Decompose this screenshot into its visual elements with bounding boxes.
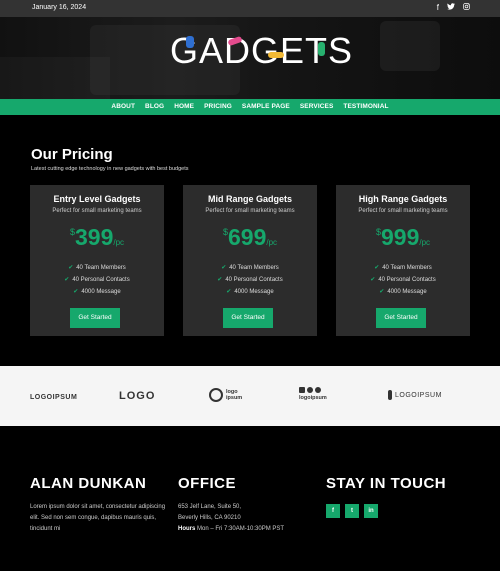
plan-tagline: Perfect for small marketing teams (52, 208, 142, 214)
partner-logo-4-text: logoipsum (299, 395, 327, 401)
check-icon: ✔ (226, 289, 232, 295)
plan-price: $999/pc (336, 224, 470, 251)
nav-item-blog[interactable]: BLOG (140, 99, 169, 115)
facebook-icon[interactable]: f (326, 504, 340, 518)
plan-feature-label: 40 Personal Contacts (378, 277, 436, 283)
pricing-subtitle: Latest cutting edge technology in new ga… (31, 166, 189, 172)
pricing-card-entry: Entry Level Gadgets Perfect for small ma… (30, 185, 164, 336)
partner-logo-5[interactable]: LOGOIPSUM (388, 390, 442, 400)
plan-feature: ✔ 4000 Message (183, 288, 317, 295)
main-nav: ABOUT BLOG HOME PRICING SAMPLE PAGE SERV… (0, 99, 500, 115)
logo-figure-icon (318, 42, 325, 56)
linkedin-icon[interactable]: in (364, 504, 378, 518)
plan-feature: ✔ 40 Team Members (183, 264, 317, 271)
nav-item-testimonial[interactable]: TESTIMONIAL (338, 99, 393, 115)
plan-feature-label: 40 Team Members (382, 265, 432, 271)
plan-feature: ✔ 40 Personal Contacts (30, 276, 164, 283)
pricing-card-high: High Range Gadgets Perfect for small mar… (336, 185, 470, 336)
nav-item-about[interactable]: ABOUT (106, 99, 140, 115)
partner-logo-3[interactable]: logo ipsum (209, 388, 242, 402)
globe-icon (209, 388, 223, 402)
plan-tagline: Perfect for small marketing teams (358, 208, 448, 214)
plan-feature-label: 40 Personal Contacts (225, 277, 283, 283)
price-amount: 999 (380, 224, 420, 250)
footer-heading-office: OFFICE (178, 475, 236, 492)
logo-figure-icon (186, 36, 194, 48)
get-started-button[interactable]: Get Started (70, 308, 120, 328)
twitter-icon[interactable] (447, 3, 455, 13)
partner-logos-strip: LOGOIPSUM LOGO logo ipsum logoipsum LOGO… (0, 366, 500, 426)
plan-feature-label: 4000 Message (234, 289, 274, 295)
price-unit: /pc (419, 238, 431, 247)
price-amount: 399 (74, 224, 114, 250)
footer-office-hours: Hours Mon – Fri 7:30AM-10:30PM PST (178, 524, 284, 535)
plan-feature-label: 40 Team Members (229, 265, 279, 271)
hours-value: Mon – Fri 7:30AM-10:30PM PST (197, 526, 285, 532)
price-unit: /pc (266, 238, 278, 247)
check-icon: ✔ (64, 277, 70, 283)
nav-item-pricing[interactable]: PRICING (199, 99, 237, 115)
plan-feature-label: 40 Team Members (76, 265, 126, 271)
plan-title: High Range Gadgets (358, 194, 448, 204)
pricing-title: Our Pricing (31, 146, 113, 163)
footer-heading-about: ALAN DUNKAN (30, 475, 147, 492)
plan-feature: ✔ 40 Personal Contacts (336, 276, 470, 283)
partner-logo-1[interactable]: LOGOIPSUM (30, 394, 77, 401)
partner-logo-4[interactable]: logoipsum (299, 387, 327, 401)
price-currency: $ (69, 227, 75, 237)
logo-figure-icon (268, 52, 284, 58)
site-logo[interactable]: GADGETS (170, 30, 353, 72)
check-icon: ✔ (221, 265, 227, 271)
price-currency: $ (375, 227, 381, 237)
price-amount: 699 (227, 224, 267, 250)
price-unit: /pc (113, 238, 125, 247)
hero-background-shape (380, 21, 440, 71)
plan-price: $699/pc (183, 224, 317, 251)
get-started-button[interactable]: Get Started (223, 308, 273, 328)
footer-about-text: Lorem ipsum dolor sit amet, consectetur … (30, 504, 166, 532)
partner-logo-3-line2: ipsum (226, 395, 243, 401)
plan-feature: ✔ 4000 Message (336, 288, 470, 295)
partner-logo-2[interactable]: LOGO (119, 390, 155, 402)
plan-feature: ✔ 40 Team Members (30, 264, 164, 271)
plan-tagline: Perfect for small marketing teams (205, 208, 295, 214)
check-icon: ✔ (217, 277, 223, 283)
check-icon: ✔ (73, 289, 79, 295)
twitter-icon[interactable]: t (345, 504, 359, 518)
nav-item-services[interactable]: SERVICES (295, 99, 339, 115)
partner-logo-5-text: LOGOIPSUM (395, 391, 442, 399)
footer-heading-stay-in-touch: STAY IN TOUCH (326, 475, 447, 492)
facebook-icon[interactable]: f (437, 3, 439, 13)
hero-background-shape (0, 57, 110, 99)
pin-icon (388, 390, 392, 400)
check-icon: ✔ (68, 265, 74, 271)
current-date: January 16, 2024 (32, 4, 87, 11)
top-social-links: f (437, 3, 470, 13)
plan-feature: ✔ 40 Team Members (336, 264, 470, 271)
plan-title: Mid Range Gadgets (207, 194, 292, 204)
check-icon: ✔ (370, 277, 376, 283)
footer-office-address-line1: 653 Jelf Lane, Suite 50, (178, 504, 242, 510)
top-bar: January 16, 2024 f (0, 0, 500, 17)
hours-label: Hours (178, 526, 196, 532)
plan-feature: ✔ 4000 Message (30, 288, 164, 295)
instagram-icon[interactable] (463, 3, 470, 13)
price-currency: $ (222, 227, 228, 237)
footer-office-address-line2: Beverly Hills, CA 90210 (178, 515, 241, 521)
nav-item-sample-page[interactable]: SAMPLE PAGE (237, 99, 295, 115)
plan-feature-label: 40 Personal Contacts (72, 277, 130, 283)
plan-feature-label: 4000 Message (81, 289, 121, 295)
pricing-card-mid: Mid Range Gadgets Perfect for small mark… (183, 185, 317, 336)
nav-item-home[interactable]: HOME (169, 99, 199, 115)
footer-social-links: f t in (326, 504, 378, 518)
check-icon: ✔ (379, 289, 385, 295)
get-started-button[interactable]: Get Started (376, 308, 426, 328)
check-icon: ✔ (374, 265, 380, 271)
partner-logo-3-text: logo ipsum (226, 389, 242, 401)
plan-feature-label: 4000 Message (387, 289, 427, 295)
shapes-icon (299, 387, 327, 393)
plan-price: $399/pc (30, 224, 164, 251)
plan-title: Entry Level Gadgets (53, 194, 141, 204)
plan-feature: ✔ 40 Personal Contacts (183, 276, 317, 283)
